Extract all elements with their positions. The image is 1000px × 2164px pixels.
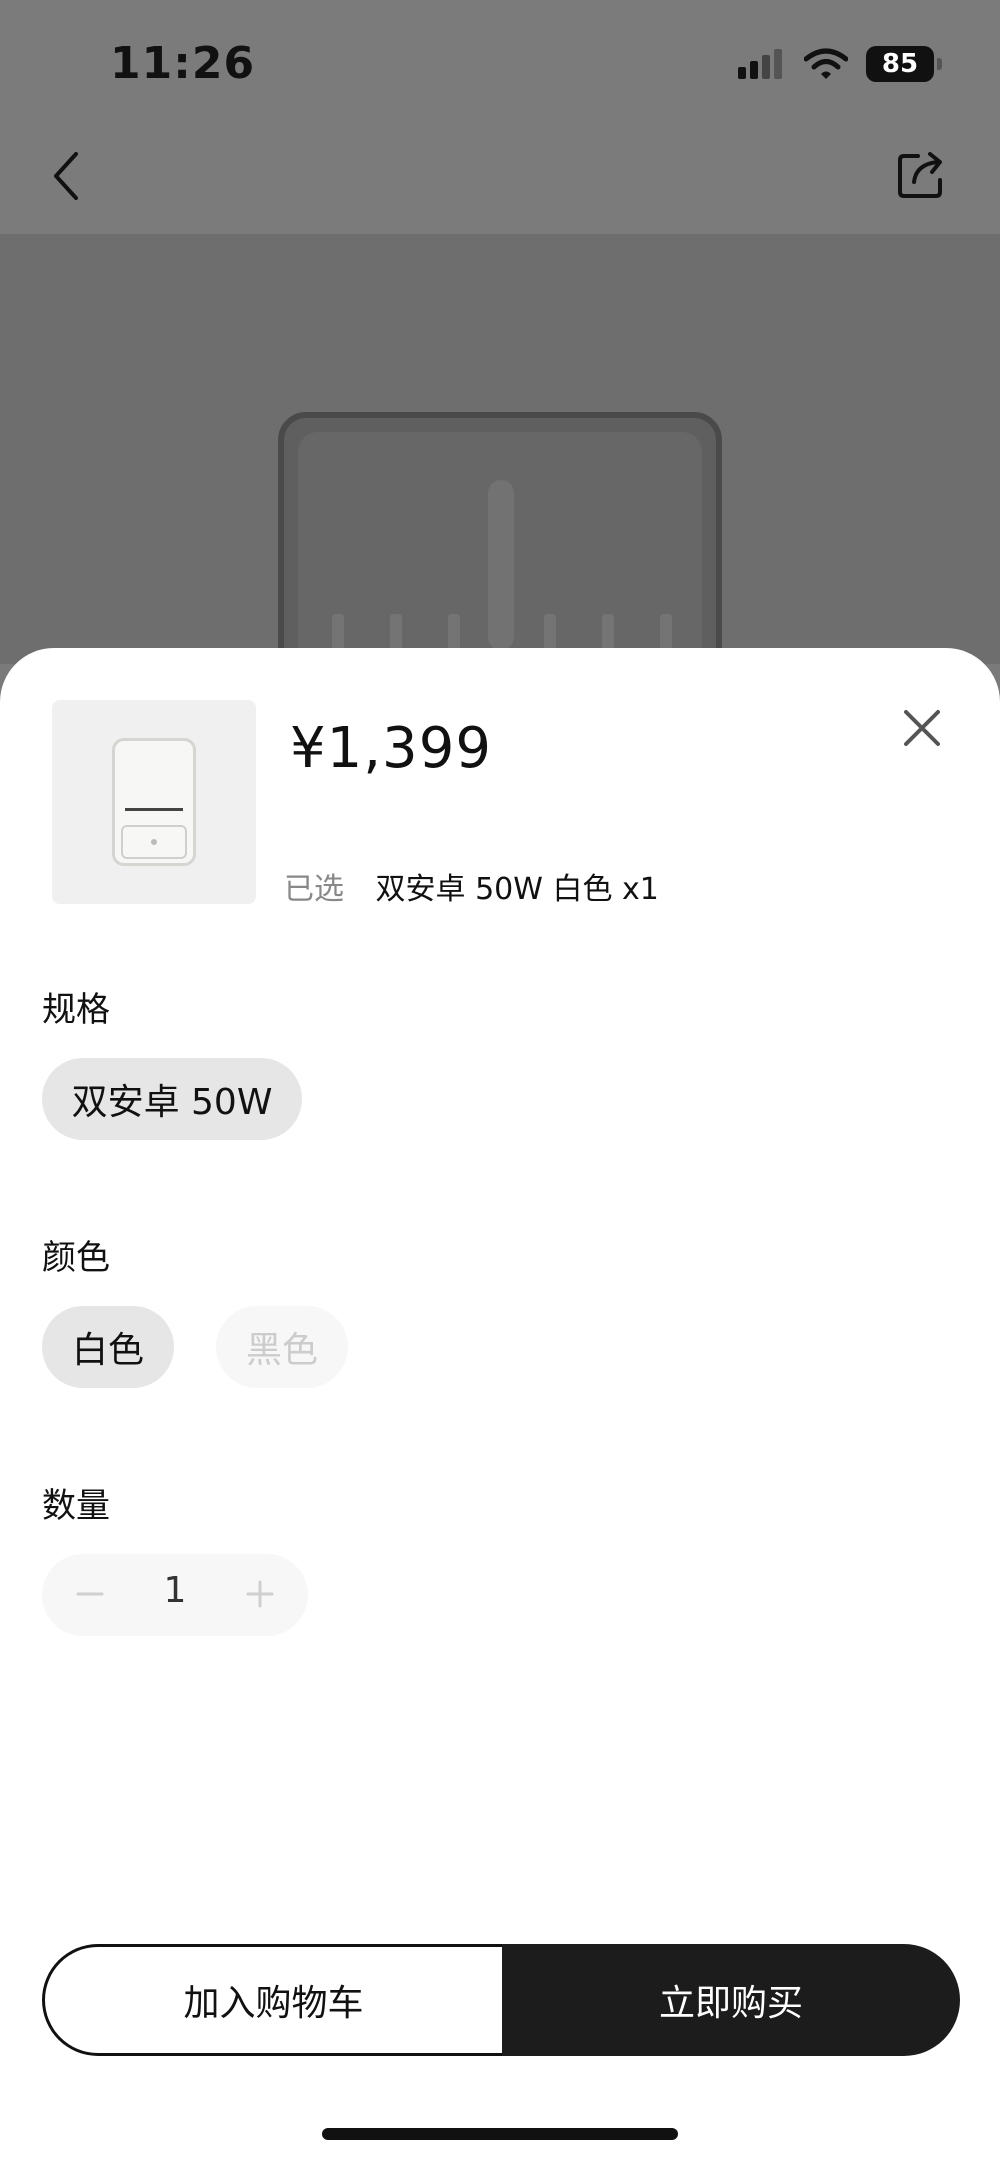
buy-now-label: 立即购买 <box>658 1983 803 2024</box>
quantity-value[interactable]: 1 <box>155 1570 195 1611</box>
spec-option-label: 双安卓 50W <box>71 1082 273 1123</box>
battery-icon: 85 <box>866 46 942 82</box>
back-arrow-icon[interactable] <box>44 148 88 204</box>
home-indicator[interactable] <box>322 2128 678 2140</box>
quantity-stepper: 1 <box>42 1554 308 1636</box>
close-icon[interactable] <box>900 706 944 750</box>
product-price: ¥1,399 <box>290 716 492 781</box>
background-header <box>0 0 1000 234</box>
thumbnail-pins <box>125 775 183 811</box>
thumbnail-indicator <box>151 839 157 845</box>
status-icons: 85 <box>736 46 942 82</box>
color-option-white[interactable]: 白色 <box>42 1306 174 1388</box>
add-to-cart-label: 加入购物车 <box>183 1983 364 2024</box>
quantity-section-title: 数量 <box>42 1486 110 1526</box>
selected-label: 已选 <box>284 872 344 907</box>
wifi-icon <box>804 48 848 79</box>
share-icon[interactable] <box>894 146 950 202</box>
selected-summary: 已选 双安卓 50W 白色 x1 <box>284 864 659 908</box>
sku-selector-sheet: ¥1,399 已选 双安卓 50W 白色 x1 规格 双安卓 50W 颜色 白色… <box>0 648 1000 2164</box>
battery-level: 85 <box>881 49 919 79</box>
color-option-label: 黑色 <box>245 1330 318 1371</box>
product-thumbnail-device <box>112 738 196 866</box>
screen: 11:26 85 ¥1,399 已选 双安卓 50W 白色 x1 规格 双安卓 … <box>0 0 1000 2164</box>
spec-section-title: 规格 <box>42 990 110 1030</box>
spec-option-chip[interactable]: 双安卓 50W <box>42 1058 302 1140</box>
color-option-label: 白色 <box>71 1330 144 1371</box>
product-thumbnail <box>52 700 256 904</box>
add-to-cart-button[interactable]: 加入购物车 <box>42 1944 502 2056</box>
plus-icon[interactable] <box>240 1574 280 1614</box>
hero-device-bar <box>488 480 514 650</box>
signal-icon <box>738 49 782 79</box>
minus-icon[interactable] <box>70 1574 110 1614</box>
status-time: 11:26 <box>110 38 256 89</box>
buy-now-button[interactable]: 立即购买 <box>502 1944 960 2056</box>
selected-value: 双安卓 50W 白色 x1 <box>375 872 659 907</box>
color-section-title: 颜色 <box>42 1238 110 1278</box>
color-option-black: 黑色 <box>216 1306 348 1388</box>
